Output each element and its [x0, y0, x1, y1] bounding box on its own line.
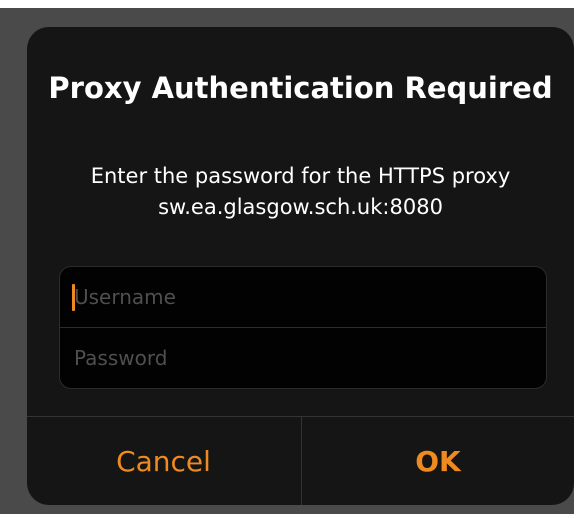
password-field-container — [60, 328, 546, 388]
dialog-message: Enter the password for the HTTPS proxy s… — [90, 164, 511, 219]
dialog-title: Proxy Authentication Required — [48, 71, 553, 105]
username-field[interactable] — [60, 267, 546, 327]
screen-edge-top — [0, 0, 577, 8]
credentials-fields — [59, 266, 547, 389]
ok-button[interactable]: OK — [302, 417, 574, 505]
cancel-button[interactable]: Cancel — [27, 417, 300, 505]
background-screen: Proxy Authentication Required Enter the … — [0, 0, 577, 519]
password-field[interactable] — [60, 328, 546, 388]
text-cursor — [72, 284, 75, 311]
username-field-container — [60, 267, 546, 327]
proxy-auth-dialog: Proxy Authentication Required Enter the … — [27, 27, 574, 505]
screen-edge-bottom — [0, 514, 577, 519]
